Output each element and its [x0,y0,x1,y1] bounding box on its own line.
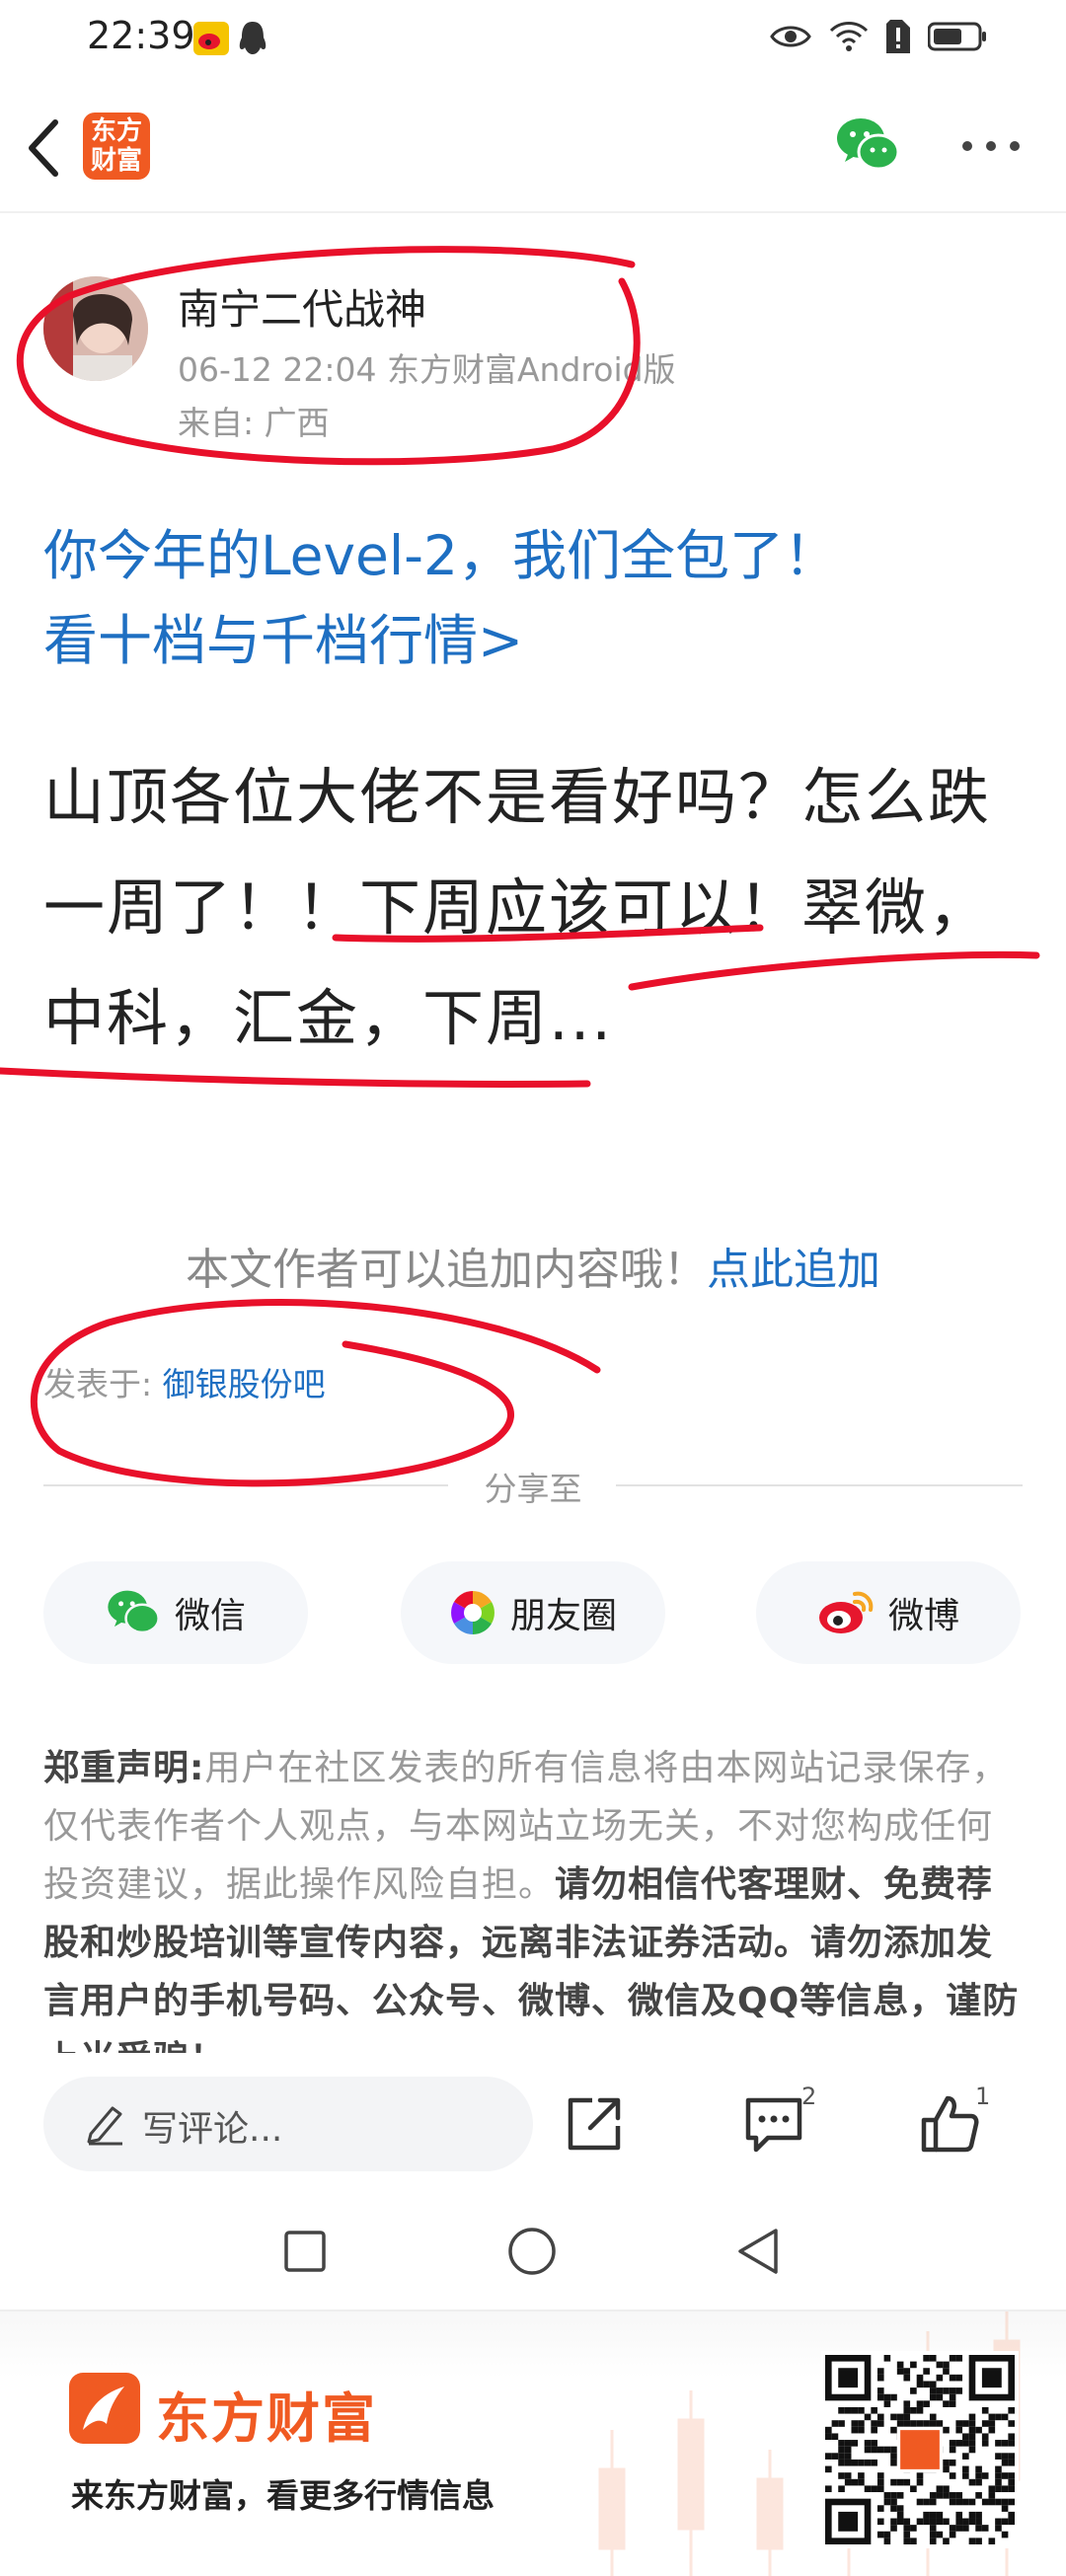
posted-in-label: 发表于: [43,1365,153,1403]
share-moments-label: 朋友圈 [509,1596,617,1636]
eye-icon [770,26,811,47]
share-out-icon[interactable] [563,2092,626,2156]
like-count: 1 [975,2083,991,2110]
pen-icon [87,2106,122,2146]
level2-promo-link[interactable]: 你今年的Level-2，我们全包了！ 看十档与千档行情> [43,513,1030,683]
comment-placeholder: 写评论... [142,2109,283,2150]
divider-line-right [616,1484,1023,1486]
promo-line-2: 看十档与千档行情> [43,609,524,672]
append-link[interactable]: 点此追加 [707,1245,880,1295]
posted-in-bar-link[interactable]: 御银股份吧 [163,1365,326,1403]
status-icons [770,20,987,53]
wechat-icon [108,1590,160,1634]
recents-icon[interactable] [284,2231,326,2272]
brand-logo-icon [69,2373,140,2444]
system-nav-bar [0,2191,1066,2310]
avatar[interactable] [43,276,148,381]
share-weibo-button[interactable]: 微博 [756,1561,1021,1664]
brand-name: 东方财富 [156,2387,377,2450]
share-moments-button[interactable]: 朋友圈 [401,1561,665,1664]
weibo-icon [818,1591,874,1633]
weibo-notification-icon [193,22,229,55]
app-bar: 东方财富 [0,79,1066,213]
more-icon[interactable] [959,134,1023,158]
post-meta: 06-12 22:04 东方财富Android版 [178,350,676,389]
sim-alert-icon [886,20,910,53]
app-logo: 东方财富 [83,113,150,180]
post-location: 来自: 广西 [178,404,330,442]
app-promo-banner: 东方财富 来东方财富，看更多行情信息 [0,2310,1066,2576]
share-label: 分享至 [484,1470,582,1508]
disclaimer-title: 郑重声明: [43,1748,205,1788]
qr-code [821,2351,1019,2548]
qq-notification-icon [239,22,266,54]
moments-icon [450,1591,495,1634]
author-block: 南宁二代战神 06-12 22:04 东方财富Android版 来自: 广西 [43,276,1030,454]
home-icon[interactable] [507,2227,557,2276]
author-name[interactable]: 南宁二代战神 [178,276,426,337]
posted-in: 发表于: 御银股份吧 [43,1358,326,1405]
battery-icon [928,22,986,51]
share-wechat-label: 微信 [174,1596,246,1636]
bottom-action-bar: 写评论... 2 1 [0,2063,1066,2191]
status-time: 22:39 [87,14,195,57]
status-bar: 22:39 [0,0,1066,79]
disclaimer: 郑重声明:用户在社区发表的所有信息将由本网站记录保存，仅代表作者个人观点，与本网… [43,1739,1023,2053]
comment-icon[interactable] [742,2092,805,2156]
append-text: 本文作者可以追加内容哦！ [186,1245,707,1295]
banner-slogan: 来东方财富，看更多行情信息 [71,2476,495,2515]
share-divider: 分享至 [43,1459,1023,1508]
post-body: 山顶各位大佬不是看好吗？怎么跌一周了！！下周应该可以！翠微，中科，汇金，下周..… [43,761,992,1054]
append-prompt: 本文作者可以追加内容哦！点此追加 [0,1234,1066,1297]
share-weibo-label: 微博 [887,1596,959,1636]
like-icon[interactable] [918,2092,981,2156]
comment-count: 2 [801,2083,817,2110]
promo-line-1: 你今年的Level-2，我们全包了！ [43,524,839,587]
nav-back-icon[interactable] [736,2227,780,2276]
comment-input[interactable]: 写评论... [43,2077,533,2171]
wechat-share-icon[interactable] [835,116,900,174]
wifi-icon [829,22,869,51]
share-wechat-button[interactable]: 微信 [43,1561,308,1664]
back-arrow-icon[interactable] [22,116,65,180]
